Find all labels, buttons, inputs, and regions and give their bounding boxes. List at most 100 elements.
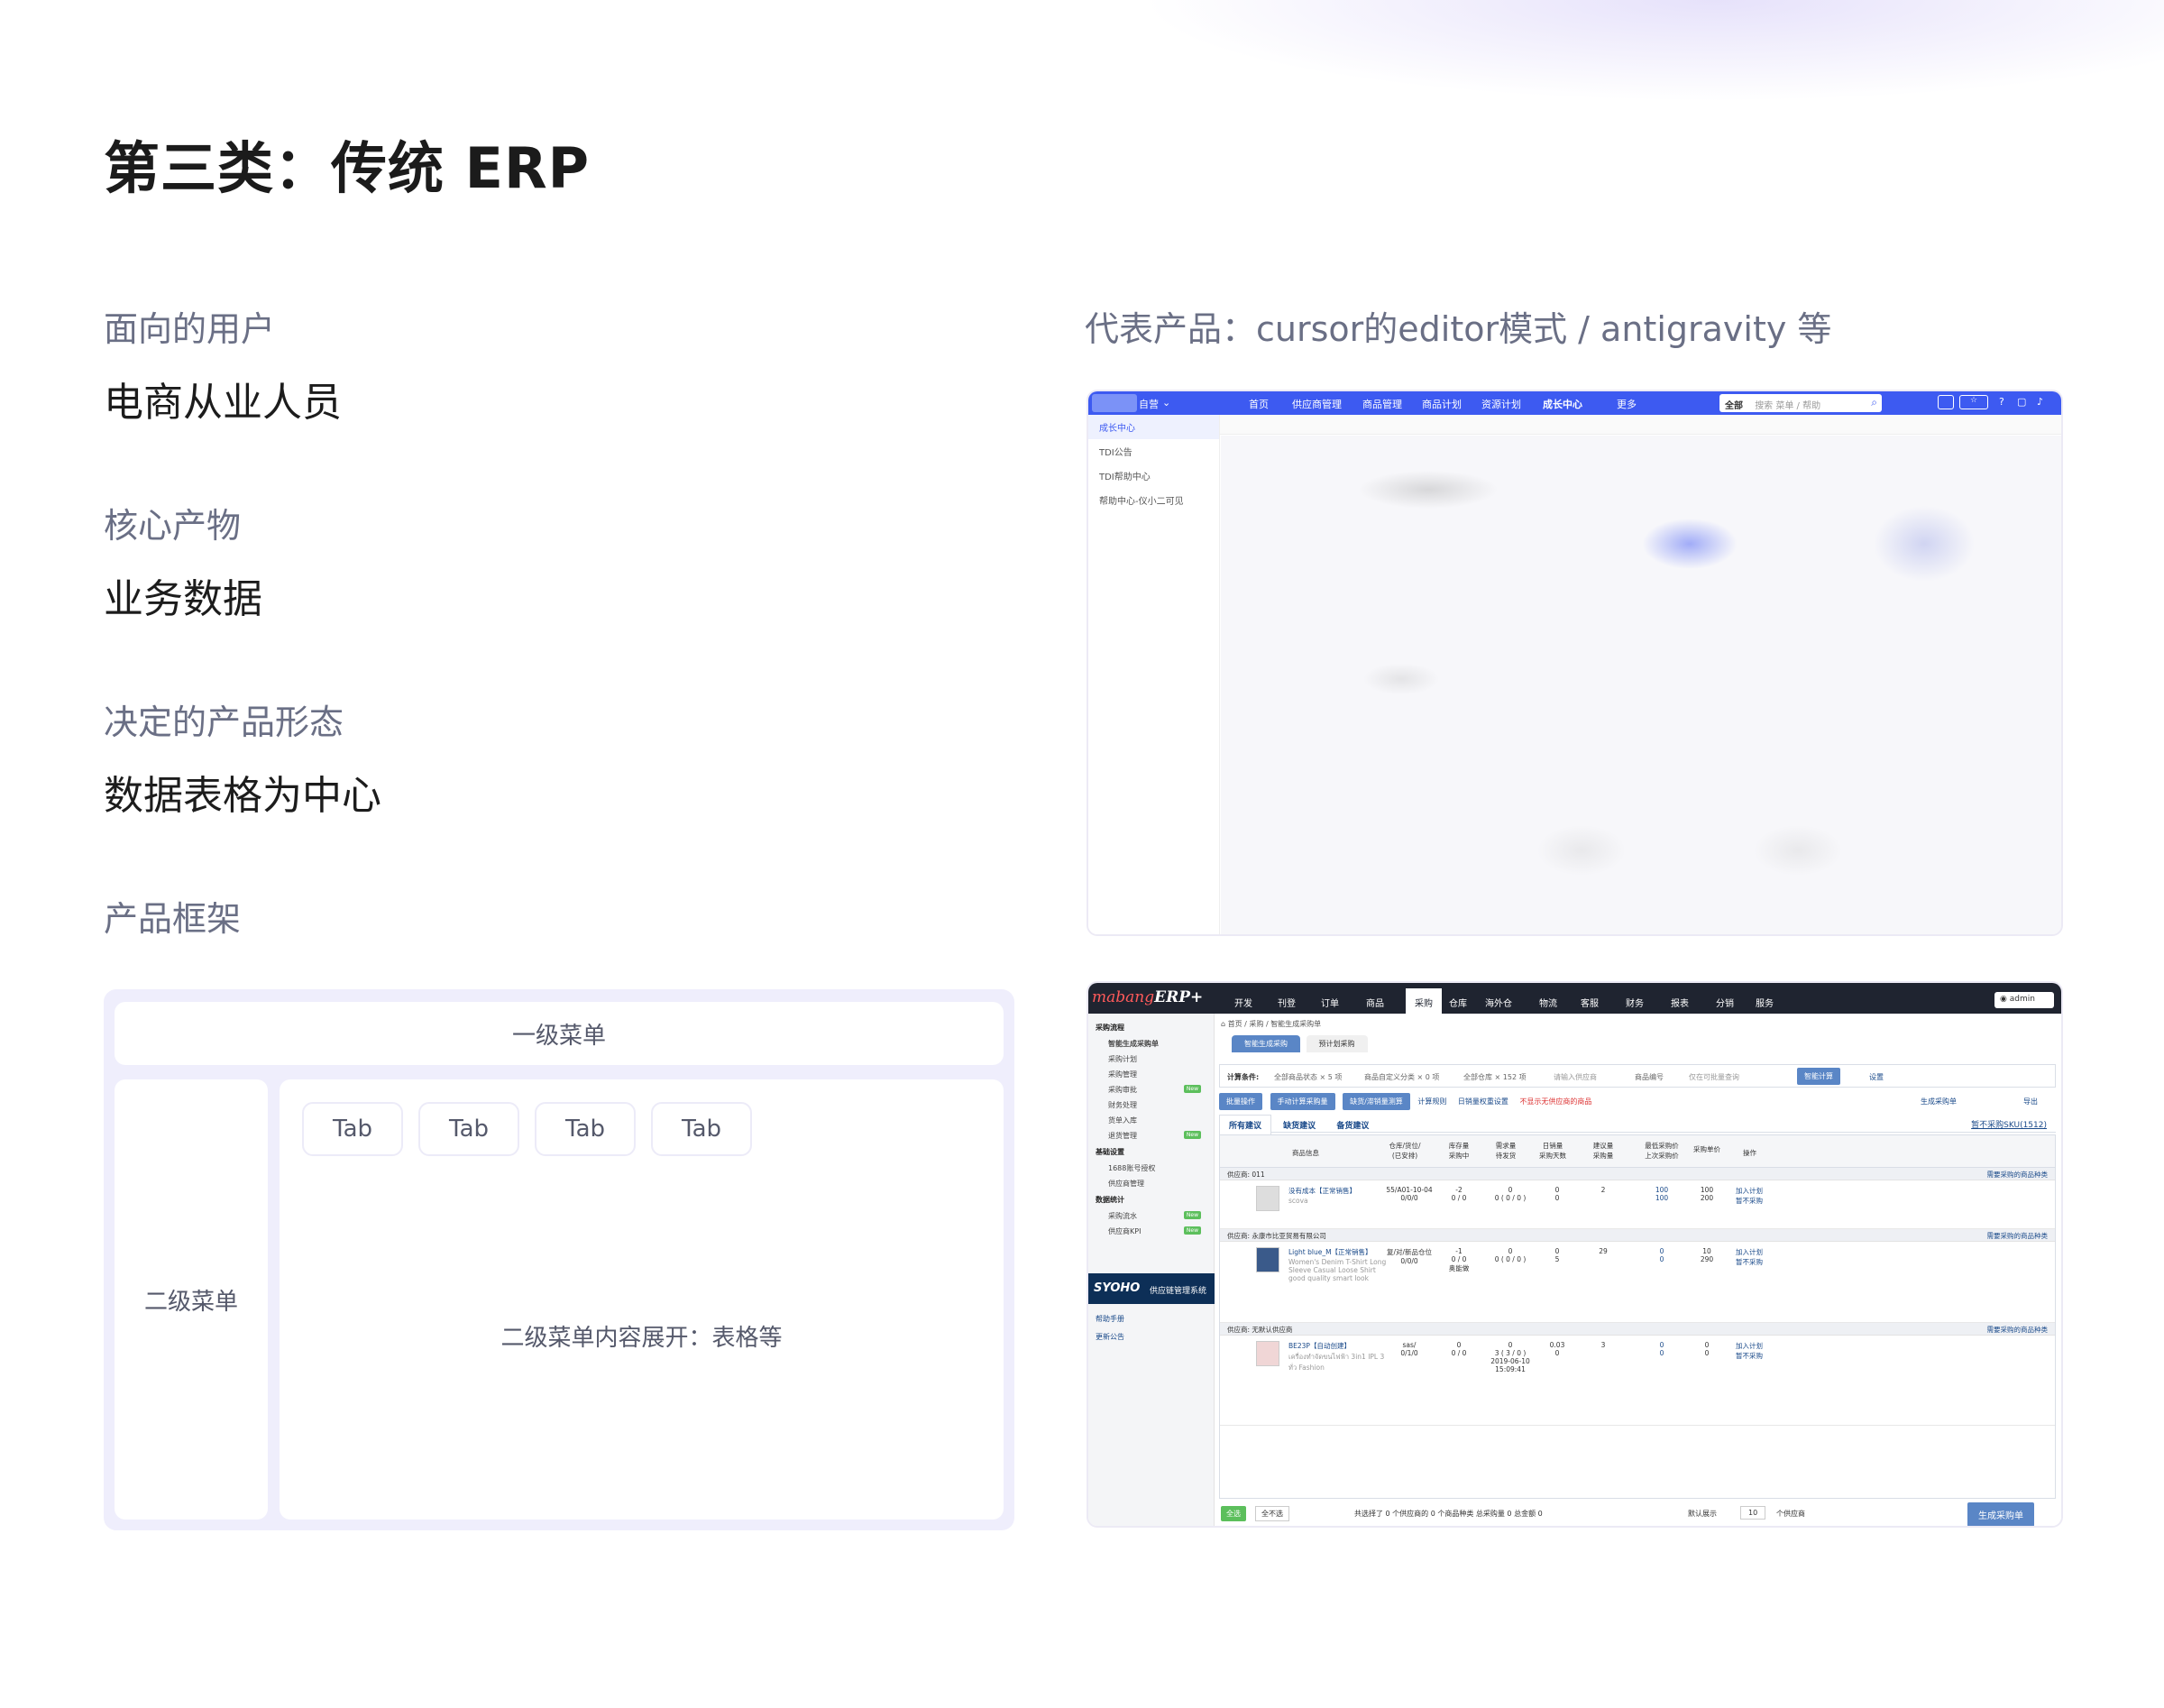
s1-search-input[interactable]: 全部 搜索 菜单 / 帮助 ⌕ — [1719, 394, 1882, 412]
s2-side-item[interactable]: 采购计划 — [1088, 1051, 1214, 1067]
s1-nav-6[interactable]: 更多 — [1617, 397, 1637, 411]
bell-icon[interactable]: ♪ — [2037, 396, 2043, 408]
unit-price-input[interactable]: 10 290 — [1689, 1247, 1725, 1263]
no-purchase-link[interactable]: 暂不采购SKU(1512) — [1962, 1115, 2056, 1134]
framework-tab-1: Tab — [302, 1102, 403, 1156]
export-link-1[interactable]: 生成采购单 — [1921, 1097, 1957, 1107]
s2-side-group-2[interactable]: 基础设置 — [1088, 1143, 1214, 1161]
s2-nav-8[interactable]: 客服 — [1581, 996, 1599, 1009]
s2-nav-3[interactable]: 商品 — [1366, 996, 1384, 1009]
s1-nav-4[interactable]: 资源计划 — [1481, 397, 1521, 411]
s2-side-item[interactable]: 供应商KPI New — [1088, 1224, 1214, 1239]
smart-calc-button[interactable]: 智能计算 — [1797, 1068, 1840, 1085]
s1-scope[interactable]: 全部 — [1725, 401, 1743, 411]
s1-nav-5[interactable]: 成长中心 — [1543, 397, 1582, 411]
tab-stock[interactable]: 备货建议 — [1327, 1116, 1378, 1134]
batch-button[interactable]: 批量操作 — [1219, 1093, 1262, 1110]
s1-side-item-2[interactable]: TDI帮助中心 — [1088, 464, 1219, 488]
s2-side-group-3[interactable]: 数据统计 — [1088, 1191, 1214, 1208]
s2-side-item[interactable]: 采购审批 New — [1088, 1082, 1214, 1097]
form-label: 决定的产品形态 — [104, 702, 344, 742]
supplier-group[interactable]: 供应商: 011 需要采购的商品种类 — [1220, 1168, 2055, 1180]
help-manual-link[interactable]: 帮助手册 — [1088, 1311, 1124, 1327]
s2-nav-0[interactable]: 开发 — [1234, 996, 1252, 1009]
tab-plan-purchase[interactable]: 预计划采购 — [1306, 1035, 1368, 1052]
table-row[interactable]: 没有成本【正常销售】 scova 55/A01-10-04 0/0/0 -2 0… — [1220, 1180, 2055, 1229]
syoho-banner[interactable]: SYOHO 供应链管理系统 — [1088, 1273, 1215, 1304]
s1-nav-2[interactable]: 商品管理 — [1362, 397, 1402, 411]
generate-order-button[interactable]: 生成采购单 — [1967, 1502, 2034, 1526]
help-icon[interactable]: ? — [1999, 396, 2004, 408]
s2-sidebar: 采购流程 智能生成采购单 采购计划 采购管理 采购审批 New 财务处理 货单入库… — [1088, 1014, 1215, 1526]
s2-side-group-1[interactable]: 采购流程 — [1088, 1019, 1214, 1036]
manual-calc-button[interactable]: 手动计算采购量 — [1270, 1093, 1335, 1110]
s2-nav-1[interactable]: 刊登 — [1278, 996, 1296, 1009]
default-display-checkbox[interactable]: 默认展示 — [1688, 1509, 1717, 1519]
s2-nav-6[interactable]: 海外仓 — [1485, 996, 1512, 1009]
s2-side-item[interactable]: 采购流水 New — [1088, 1208, 1214, 1224]
supplier-count-input[interactable]: 10 — [1740, 1506, 1766, 1520]
settings-link[interactable]: 设置 — [1869, 1072, 1884, 1082]
s1-tab-strip[interactable] — [1220, 415, 2061, 435]
supplier-input[interactable]: 请输入供应商 — [1554, 1072, 1597, 1082]
s2-nav-12[interactable]: 服务 — [1756, 996, 1774, 1009]
s1-side-item-1[interactable]: TDI公告 — [1088, 439, 1219, 464]
s2-nav-4[interactable]: 采购 — [1406, 988, 1442, 1014]
cond-item[interactable]: 全部商品状态 × 5 项 — [1274, 1072, 1342, 1082]
cond-item[interactable]: 全部仓库 × 152 项 — [1463, 1072, 1527, 1082]
product-name[interactable]: Light blue_M【正常销售】 — [1288, 1247, 1372, 1257]
supplier-group[interactable]: 供应商: 永康市比亚贸易有限公司 需要采购的商品种类 — [1220, 1229, 2055, 1242]
select-all-button[interactable]: 全选 — [1221, 1506, 1246, 1521]
row-actions[interactable]: 加入计划 暂不采购 — [1736, 1341, 1763, 1361]
row-actions[interactable]: 加入计划 暂不采购 — [1736, 1247, 1763, 1267]
tab-smart-purchase[interactable]: 智能生成采购 — [1232, 1035, 1300, 1052]
s1-nav-0[interactable]: 首页 — [1249, 397, 1269, 411]
s2-side-item[interactable]: 货单入库 — [1088, 1113, 1214, 1128]
cond-item[interactable]: 商品自定义分类 × 0 项 — [1364, 1072, 1439, 1082]
supplier-group[interactable]: 供应商: 无默认供应商 需要采购的商品种类 — [1220, 1323, 2055, 1336]
tab-all[interactable]: 所有建议 — [1219, 1115, 1272, 1135]
product-name[interactable]: 没有成本【正常销售】 — [1288, 1186, 1356, 1196]
s2-admin-menu[interactable]: ◉ admin — [1994, 992, 2054, 1008]
s1-nav-1[interactable]: 供应商管理 — [1292, 397, 1342, 411]
s2-side-item[interactable]: 采购管理 — [1088, 1067, 1214, 1082]
select-none-button[interactable]: 全不选 — [1255, 1506, 1289, 1521]
s2-nav-10[interactable]: 报表 — [1671, 996, 1689, 1009]
table-row[interactable]: Light blue_M【正常销售】 Women's Denim T-Shirt… — [1220, 1242, 2055, 1323]
s2-side-item[interactable]: 供应商管理 — [1088, 1176, 1214, 1191]
table-row[interactable]: BE23P【自动创建】 เครื่องทำจัดขนไฟฟ้า 3in1 IPL… — [1220, 1336, 2055, 1426]
message-icon[interactable]: ▢ — [2017, 396, 2026, 408]
unit-price-input[interactable]: 100 200 — [1689, 1186, 1725, 1202]
unit-price-input[interactable]: 0 0 — [1689, 1341, 1725, 1357]
s1-side-item-3[interactable]: 帮助中心-仪小二可见 — [1088, 488, 1219, 512]
s2-side-item[interactable]: 财务处理 — [1088, 1097, 1214, 1113]
s2-side-item[interactable]: 1688账号授权 — [1088, 1161, 1214, 1176]
home-icon[interactable]: ⌂ — [1221, 1020, 1228, 1028]
rule-link[interactable]: 计算规则 — [1417, 1097, 1446, 1106]
cell-daily: 0.03 0 — [1549, 1341, 1565, 1357]
s2-nav-9[interactable]: 财务 — [1626, 996, 1644, 1009]
search-icon[interactable]: ⌕ — [1871, 396, 1877, 409]
s2-nav-11[interactable]: 分销 — [1716, 996, 1734, 1009]
export-link-2[interactable]: 导出 — [2023, 1097, 2038, 1107]
row-actions[interactable]: 加入计划 暂不采购 — [1736, 1186, 1763, 1206]
cond-label: 计算条件: — [1227, 1073, 1260, 1081]
product-name[interactable]: BE23P【自动创建】 — [1288, 1341, 1351, 1351]
s1-nav-3[interactable]: 商品计划 — [1422, 397, 1462, 411]
update-notice-link[interactable]: 更新公告 — [1088, 1329, 1124, 1345]
weight-link[interactable]: 日销量权重设置 — [1458, 1097, 1508, 1106]
s2-nav-5[interactable]: 仓库 — [1449, 996, 1467, 1009]
s2-side-item[interactable]: 智能生成采购单 — [1088, 1036, 1214, 1051]
app-switch-icon[interactable] — [1938, 395, 1954, 409]
content-text: 二级菜单内容展开：表格等 — [500, 1324, 783, 1352]
tab-shortage[interactable]: 缺货建议 — [1274, 1116, 1325, 1134]
star-icon[interactable]: ☆ — [1959, 395, 1988, 409]
hide-checkbox[interactable]: 不显示无供应商的商品 — [1519, 1097, 1591, 1106]
s2-nav-7[interactable]: 物流 — [1539, 996, 1557, 1009]
s2-nav-2[interactable]: 订单 — [1321, 996, 1339, 1009]
s2-side-item[interactable]: 退货管理 New — [1088, 1128, 1214, 1143]
cond-item[interactable]: 商品编号 — [1635, 1072, 1664, 1082]
shortage-button[interactable]: 缺货/滞销量测算 — [1343, 1093, 1410, 1110]
s1-side-item-0[interactable]: 成长中心 — [1088, 415, 1219, 439]
cond-item[interactable]: 仅在可批量查询 — [1689, 1072, 1739, 1082]
